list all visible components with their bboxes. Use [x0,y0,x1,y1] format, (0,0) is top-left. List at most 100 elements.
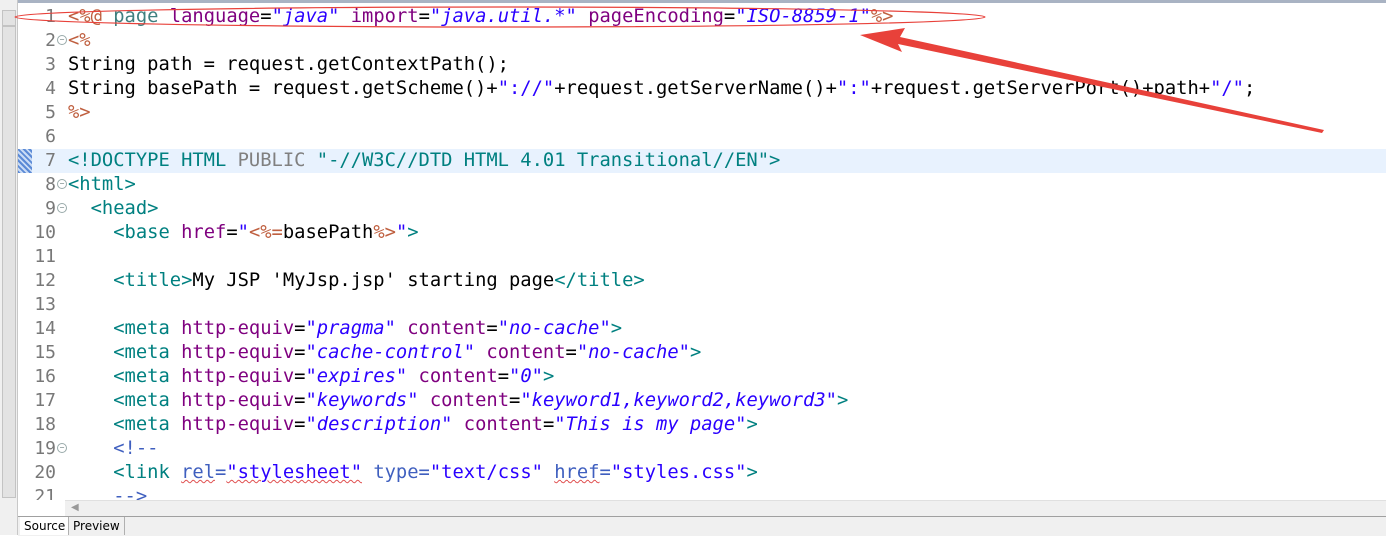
line-number: 12 [34,270,56,291]
code-line[interactable]: 4 String basePath = request.getScheme()+"… [18,77,1386,101]
line-number: 20 [34,462,56,483]
editor-mode-tabs: Source Preview [18,516,1386,536]
line-number: 5 [45,102,56,123]
panel-scroll-handle[interactable] [2,26,16,498]
line-number: 6 [45,126,56,147]
code-token: <%@ [68,6,102,27]
line-number: 9 [45,198,56,219]
code-token: "text/css" [429,462,543,483]
line-code: <% [68,29,91,53]
code-token: " [395,222,408,243]
code-line[interactable]: 11 [18,245,1386,269]
code-token: = [294,342,306,363]
code-line[interactable]: 1 <%@ page language="java" import="java.u… [18,5,1386,29]
code-line[interactable]: 20 <link rel="stylesheet" type="text/css… [18,461,1386,485]
code-line[interactable]: 18 <meta http-equiv="description" conten… [18,413,1386,437]
code-token: http-equiv [181,342,295,363]
code-line[interactable]: 15 <meta http-equiv="cache-control" cont… [18,341,1386,365]
code-token: <% [68,30,91,51]
code-line[interactable]: 14 <meta http-equiv="pragma" content="no… [18,317,1386,341]
code-line[interactable]: 12 <title>My JSP 'MyJsp.jsp' starting pa… [18,269,1386,293]
fold-toggle-icon[interactable]: − [57,179,67,189]
code-line[interactable]: 3 String path = request.getContextPath(); [18,53,1386,77]
code-line[interactable]: 8− <html> [18,173,1386,197]
code-token: %> [870,6,894,27]
code-line[interactable]: 2− <% [18,29,1386,53]
code-token: "java.util.*" [429,6,577,27]
code-token: href [554,462,600,483]
line-number: 16 [34,366,56,387]
code-token: = [542,414,555,435]
code-line[interactable]: 10 <base href="<%=basePath%>"> [18,221,1386,245]
code-line[interactable]: 9− <head> [18,197,1386,221]
line-number: 18 [34,414,56,435]
tab-preview[interactable]: Preview [68,517,125,535]
line-code: <base href="<%=basePath%>"> [68,221,418,245]
fold-toggle-icon[interactable]: − [57,35,67,45]
line-code: <meta http-equiv="description" content="… [68,413,758,437]
code-token: +request.getServerPort()+path+ [870,78,1211,99]
code-token: "styles.css" [610,462,747,483]
code-token: "0" [509,366,543,387]
code-token: = [294,414,306,435]
fold-toggle-icon[interactable]: − [57,443,67,453]
code-token: = [565,342,577,363]
code-token: = [294,366,306,387]
code-token: PUBLIC [237,150,306,171]
code-token: --> [68,486,148,500]
code-line[interactable]: 17 <meta http-equiv="keywords" content="… [18,389,1386,413]
code-token: http-equiv [181,366,295,387]
scroll-left-icon[interactable]: ◀ [71,502,79,513]
line-code: <meta http-equiv="cache-control" content… [68,341,701,365]
code-token: <!DOCTYPE HTML [68,150,238,171]
code-token: > [689,342,702,363]
horizontal-scrollbar[interactable]: ◀ [65,500,1386,516]
code-line[interactable]: 5 %> [18,101,1386,125]
code-line[interactable]: 16 <meta http-equiv="expires" content="0… [18,365,1386,389]
side-panel-strip [0,0,18,535]
code-token: <base [68,222,182,243]
line-code: String basePath = request.getScheme()+":… [68,77,1255,101]
code-token: http-equiv [181,414,295,435]
code-token: = [418,462,430,483]
code-line[interactable]: 21 --> [18,485,1386,500]
line-code: --> [68,485,147,500]
code-token: = [294,390,306,411]
code-token: +request.getServerName()+ [554,78,837,99]
tab-source[interactable]: Source [20,517,70,535]
code-token: <!-- [68,438,159,459]
code-token: > [746,462,758,483]
code-token: My JSP 'MyJsp.jsp' starting page [192,270,555,291]
line-code: <meta http-equiv="pragma" content="no-ca… [68,317,622,341]
fold-toggle-icon[interactable]: − [57,203,67,213]
code-token: "keyword1,keyword2,keyword3" [520,390,837,411]
code-line[interactable]: 13 [18,293,1386,317]
code-line[interactable]: 6 [18,125,1386,149]
code-editor[interactable]: 1 <%@ page language="java" import="java.u… [18,3,1386,500]
line-number: 4 [45,78,56,99]
code-token: <meta [68,390,182,411]
code-token: "java" [271,6,340,27]
panel-minimize-handle[interactable] [2,10,16,26]
code-token: basePath [282,222,374,243]
code-token: "pragma" [305,318,396,339]
code-token: language [169,6,261,27]
line-code: <meta http-equiv="keywords" content="key… [68,389,848,413]
line-number: 21 [34,486,56,500]
code-token: <html> [68,174,136,195]
overview-marker[interactable] [18,149,32,173]
line-number: 11 [34,246,56,267]
code-token: "-//W3C//DTD HTML 4.01 Transitional//EN"… [305,150,781,171]
code-line[interactable]: 7 <!DOCTYPE HTML PUBLIC "-//W3C//DTD HTML… [18,149,1386,173]
code-token: = [497,366,510,387]
line-code: <head> [68,197,159,221]
code-token: ; [1243,78,1256,99]
code-line[interactable]: 19− <!-- [18,437,1386,461]
line-code: String path = request.getContextPath(); [68,53,509,77]
code-token: "://" [497,78,555,99]
line-number: 1 [45,6,56,27]
